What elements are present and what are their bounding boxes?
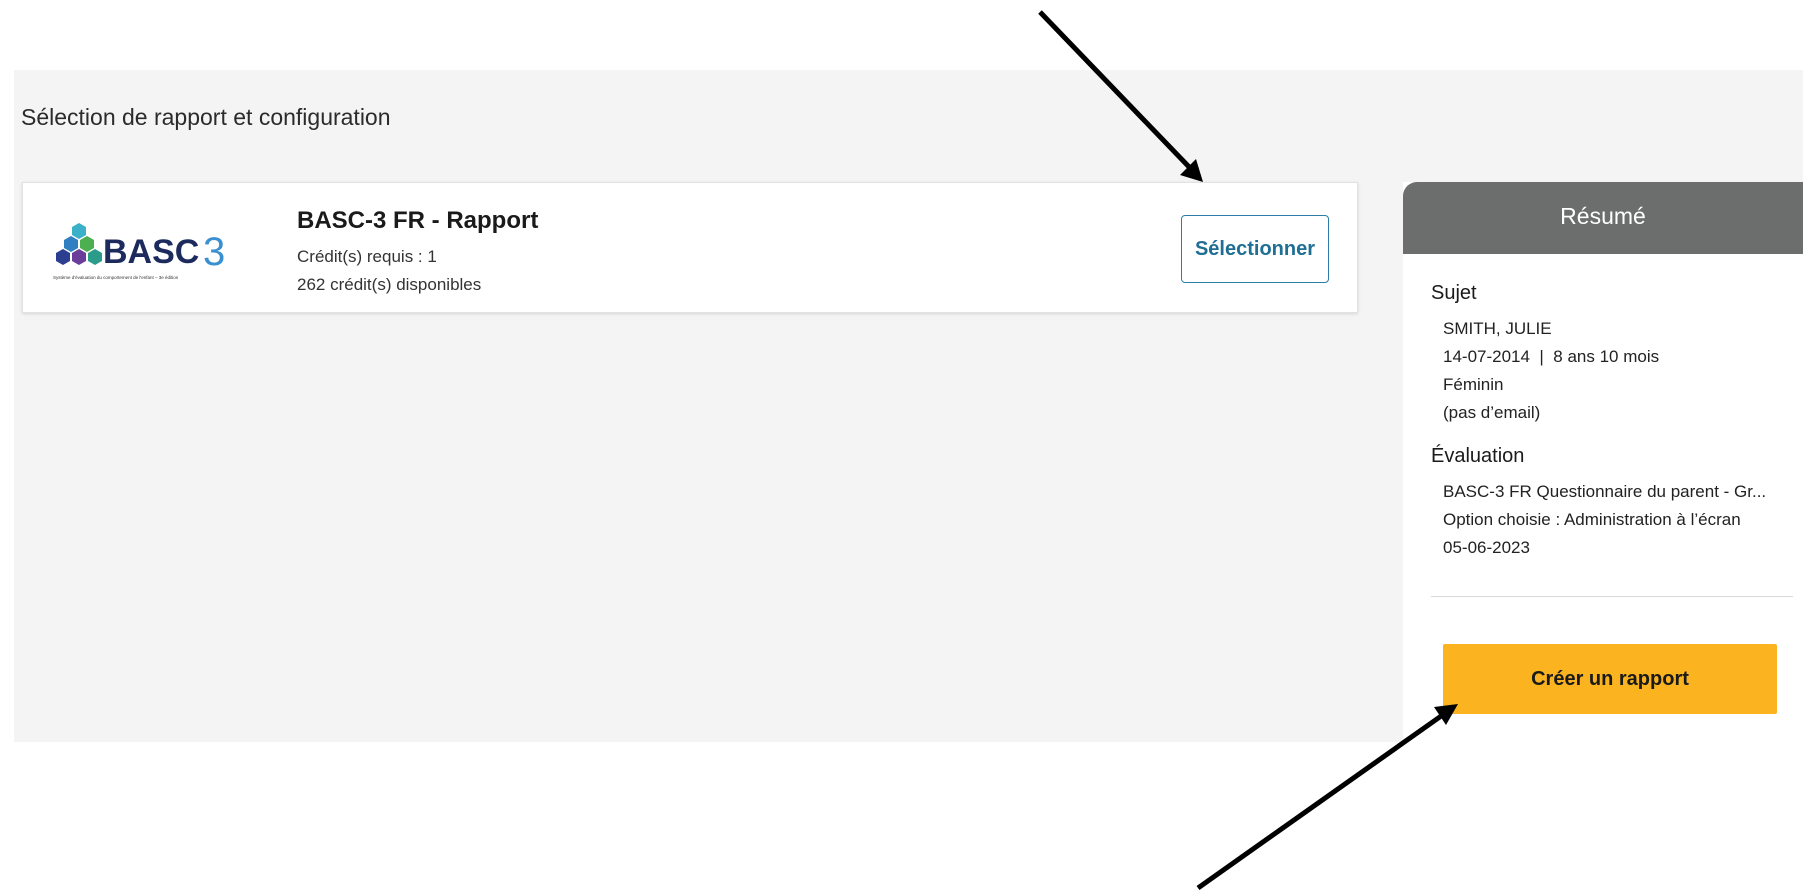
report-title: BASC-3 FR - Rapport bbox=[297, 207, 539, 234]
report-card: BASC 3 Système d'évaluation du comportem… bbox=[22, 182, 1358, 313]
summary-panel: Résumé Sujet SMITH, JULIE 14-07-2014 | 8… bbox=[1403, 182, 1803, 891]
subject-dob-age: 14-07-2014 | 8 ans 10 mois bbox=[1443, 347, 1660, 366]
evaluation-option: Option choisie : Administration à l’écra… bbox=[1443, 510, 1741, 529]
svg-text:3: 3 bbox=[203, 230, 225, 274]
evaluation-form: BASC-3 FR Questionnaire du parent - Gr..… bbox=[1443, 482, 1767, 501]
subject-email: (pas d’email) bbox=[1443, 403, 1541, 422]
summary-divider bbox=[1431, 596, 1793, 597]
page-title: Sélection de rapport et configuration bbox=[21, 104, 391, 130]
select-button[interactable]: Sélectionner bbox=[1181, 215, 1329, 283]
report-info: BASC-3 FR - Rapport Crédit(s) requis : 1… bbox=[297, 207, 538, 299]
summary-header: Résumé bbox=[1403, 182, 1803, 254]
evaluation-label: Évaluation bbox=[1431, 445, 1525, 467]
create-report-button[interactable]: Créer un rapport bbox=[1443, 644, 1777, 714]
subject-label: Sujet bbox=[1431, 282, 1477, 304]
credits-available: 262 crédit(s) disponibles bbox=[297, 275, 482, 294]
logo-wordmark: BASC bbox=[103, 233, 199, 271]
credits-required: Crédit(s) requis : 1 bbox=[297, 247, 437, 266]
evaluation-date: 05-06-2023 bbox=[1443, 538, 1530, 557]
subject-name: SMITH, JULIE bbox=[1443, 319, 1552, 338]
subject-gender: Féminin bbox=[1443, 375, 1504, 394]
basc3-logo: BASC 3 Système d'évaluation du comportem… bbox=[53, 223, 225, 280]
hexagon-cluster-icon bbox=[56, 223, 102, 265]
logo-tagline: Système d'évaluation du comportement de … bbox=[53, 275, 179, 280]
